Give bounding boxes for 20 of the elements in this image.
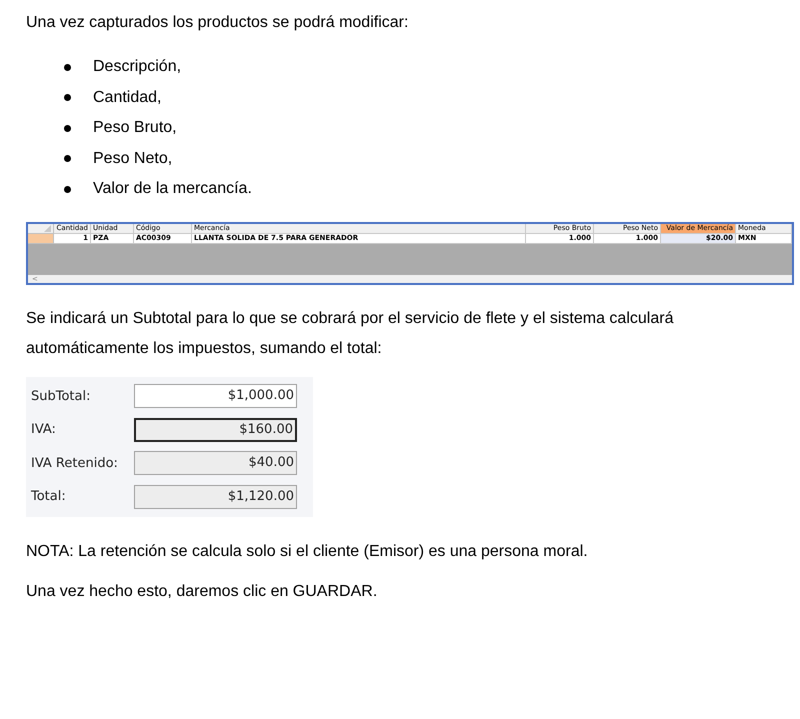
bullet-text: Cantidad, <box>93 88 162 107</box>
field-label: IVA: <box>31 422 57 438</box>
field-label: SubTotal: <box>31 388 92 404</box>
note-text: NOTA: La retención se calcula solo si el cliente (Emisor) es una persona moral. <box>26 542 589 562</box>
bullet-icon <box>64 186 71 193</box>
bullet-text: Descripción, <box>93 58 182 76</box>
field-label: Total: <box>31 489 67 504</box>
intro-text: Una vez capturados los productos se podrá modificar: <box>26 13 410 33</box>
field-label: IVA Retenido: <box>31 456 119 471</box>
bullet-text: Valor de la mercancía. <box>93 180 252 198</box>
bullet-icon <box>64 64 71 71</box>
bullet-icon <box>64 155 71 162</box>
row-indicator[interactable] <box>28 234 54 244</box>
bullet-text: Peso Neto, <box>93 150 172 168</box>
amount-field[interactable]: $1,000.00 <box>134 384 297 408</box>
closing-text: Una vez hecho esto, daremos clic en GUARDAR. <box>26 582 378 602</box>
bullet-text: Peso Bruto, <box>93 119 177 138</box>
bullet-icon <box>64 94 71 102</box>
paragraph-text: Se indicará un Subtotal para lo que se cobrará por el servicio de flete y el sistema calculará automáticamente los impuestos, sumando el total: <box>26 308 674 358</box>
bullet-icon <box>64 124 71 132</box>
